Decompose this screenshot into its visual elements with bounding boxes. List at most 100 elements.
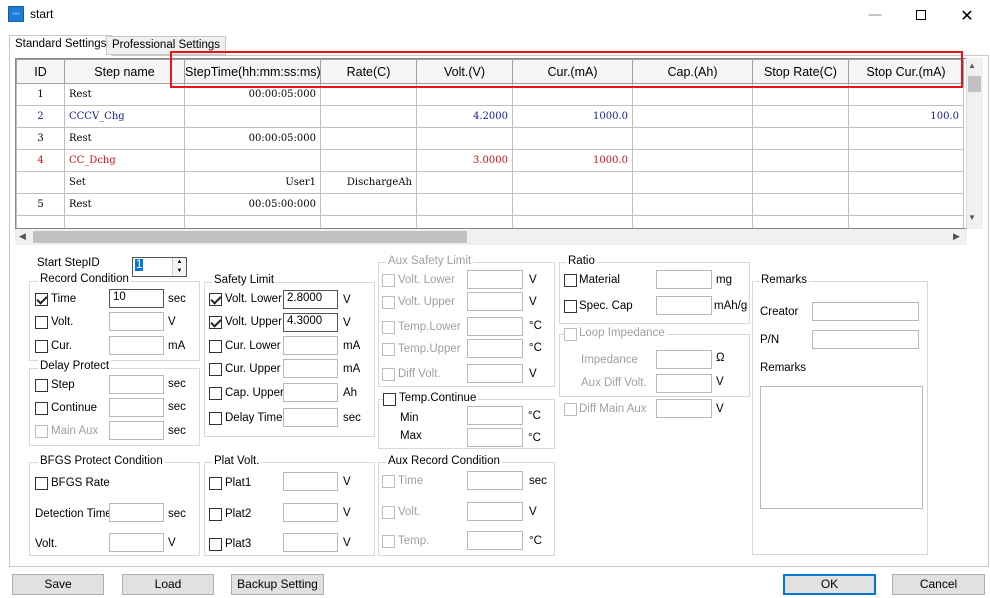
table-cell[interactable] — [848, 127, 964, 150]
table-cell[interactable]: Rest — [64, 83, 185, 106]
plat2-checkbox[interactable] — [209, 508, 222, 521]
table-cell[interactable] — [320, 127, 417, 150]
column-header[interactable]: Step name — [64, 59, 185, 84]
aux-volt-upper-input[interactable] — [467, 292, 523, 311]
detection-time-input[interactable] — [109, 503, 164, 522]
backup-setting-button[interactable]: Backup Setting — [231, 574, 324, 595]
scroll-down-icon[interactable]: ▼ — [968, 213, 976, 222]
column-header[interactable]: ID — [16, 59, 65, 84]
table-cell[interactable]: 100.0 — [848, 105, 964, 128]
table-row[interactable]: 4 CC_Dchg 3.0000 1000.0 — [16, 149, 964, 172]
record-time-input[interactable]: 10 — [109, 289, 164, 308]
maximize-icon[interactable] — [898, 0, 944, 30]
table-cell[interactable]: 1 — [16, 83, 65, 106]
table-cell[interactable] — [184, 215, 321, 228]
table-cell[interactable] — [16, 215, 65, 228]
spec-cap-input[interactable] — [656, 296, 712, 315]
temp-min-input[interactable] — [467, 406, 523, 425]
creator-input[interactable] — [812, 302, 919, 321]
spec-cap-checkbox[interactable] — [564, 300, 577, 313]
diff-volt-input[interactable] — [467, 364, 523, 383]
table-cell[interactable]: Rest — [64, 127, 185, 150]
table-cell[interactable] — [752, 171, 849, 194]
table-cell[interactable]: Rest — [64, 193, 185, 216]
table-cell[interactable] — [632, 193, 753, 216]
table-cell[interactable]: 1000.0 — [512, 105, 633, 128]
cur-upper-input[interactable] — [283, 359, 338, 378]
plat3-input[interactable] — [283, 533, 338, 552]
save-button[interactable]: Save — [12, 574, 104, 595]
temp-max-input[interactable] — [467, 428, 523, 447]
delay-time-checkbox[interactable] — [209, 412, 222, 425]
ok-button[interactable]: OK — [783, 574, 876, 595]
table-cell[interactable]: User1 — [184, 171, 321, 194]
impedance-input[interactable] — [656, 350, 712, 369]
table-cell[interactable] — [512, 127, 633, 150]
temp-upper-checkbox[interactable] — [382, 343, 395, 356]
delay-time-input[interactable] — [283, 408, 338, 427]
table-cell[interactable] — [416, 127, 513, 150]
temp-continue-checkbox[interactable] — [383, 393, 396, 406]
aux-time-input[interactable] — [467, 471, 523, 490]
table-cell[interactable] — [416, 171, 513, 194]
cap-upper-checkbox[interactable] — [209, 387, 222, 400]
table-cell[interactable] — [416, 215, 513, 228]
table-cell[interactable] — [632, 127, 753, 150]
volt-upper-input[interactable]: 4.3000 — [283, 313, 338, 332]
cur-upper-checkbox[interactable] — [209, 363, 222, 376]
cur-checkbox[interactable] — [35, 340, 48, 353]
table-row[interactable]: 5 Rest 00:05:00:000 — [16, 193, 964, 216]
delay-step-input[interactable] — [109, 375, 164, 394]
aux-volt-checkbox[interactable] — [382, 506, 395, 519]
table-cell[interactable] — [752, 127, 849, 150]
aux-temp-input[interactable] — [467, 531, 523, 550]
table-cell[interactable] — [752, 149, 849, 172]
table-cell[interactable] — [752, 105, 849, 128]
cur-lower-checkbox[interactable] — [209, 340, 222, 353]
volt-lower-input[interactable]: 2.8000 — [283, 290, 338, 309]
record-cur-input[interactable] — [109, 336, 164, 355]
load-button[interactable]: Load — [122, 574, 214, 595]
record-volt-input[interactable] — [109, 312, 164, 331]
material-checkbox[interactable] — [564, 274, 577, 287]
tab-standard-settings[interactable]: Standard Settings — [9, 35, 113, 56]
plat1-input[interactable] — [283, 472, 338, 491]
table-cell[interactable]: 2 — [16, 105, 65, 128]
table-cell[interactable] — [184, 149, 321, 172]
table-cell[interactable]: 1000.0 — [512, 149, 633, 172]
aux-time-checkbox[interactable] — [382, 475, 395, 488]
table-cell[interactable] — [184, 105, 321, 128]
table-cell[interactable] — [848, 215, 964, 228]
remarks-textarea[interactable] — [760, 386, 923, 509]
bfgs-volt-input[interactable] — [109, 533, 164, 552]
aux-volt-upper-checkbox[interactable] — [382, 296, 395, 309]
table-cell[interactable]: DischargeAh — [320, 171, 417, 194]
scroll-up-icon[interactable]: ▲ — [968, 61, 976, 70]
table-cell[interactable]: 3 — [16, 127, 65, 150]
scroll-left-icon[interactable]: ◀ — [19, 231, 26, 242]
table-cell[interactable] — [848, 149, 964, 172]
cur-lower-input[interactable] — [283, 336, 338, 355]
table-cell[interactable] — [512, 193, 633, 216]
plat1-checkbox[interactable] — [209, 477, 222, 490]
diff-volt-checkbox[interactable] — [382, 368, 395, 381]
table-cell[interactable] — [632, 105, 753, 128]
aux-volt-lower-input[interactable] — [467, 270, 523, 289]
table-row[interactable]: 2 CCCV_Chg 4.2000 1000.0 100.0 — [16, 105, 964, 128]
table-cell[interactable] — [848, 171, 964, 194]
temp-upper-input[interactable] — [467, 339, 523, 358]
diff-main-aux-checkbox[interactable] — [564, 403, 577, 416]
table-cell[interactable]: 4 — [16, 149, 65, 172]
table-cell[interactable] — [848, 193, 964, 216]
loop-impedance-checkbox[interactable] — [564, 328, 577, 341]
vertical-scroll-thumb[interactable] — [968, 76, 981, 92]
aux-volt-lower-checkbox[interactable] — [382, 274, 395, 287]
volt-upper-checkbox[interactable] — [209, 316, 222, 329]
cap-upper-input[interactable] — [283, 383, 338, 402]
table-cell[interactable] — [16, 171, 65, 194]
plat3-checkbox[interactable] — [209, 538, 222, 551]
continue-checkbox[interactable] — [35, 402, 48, 415]
plat2-input[interactable] — [283, 503, 338, 522]
table-cell[interactable] — [64, 215, 185, 228]
table-cell[interactable]: CCCV_Chg — [64, 105, 185, 128]
